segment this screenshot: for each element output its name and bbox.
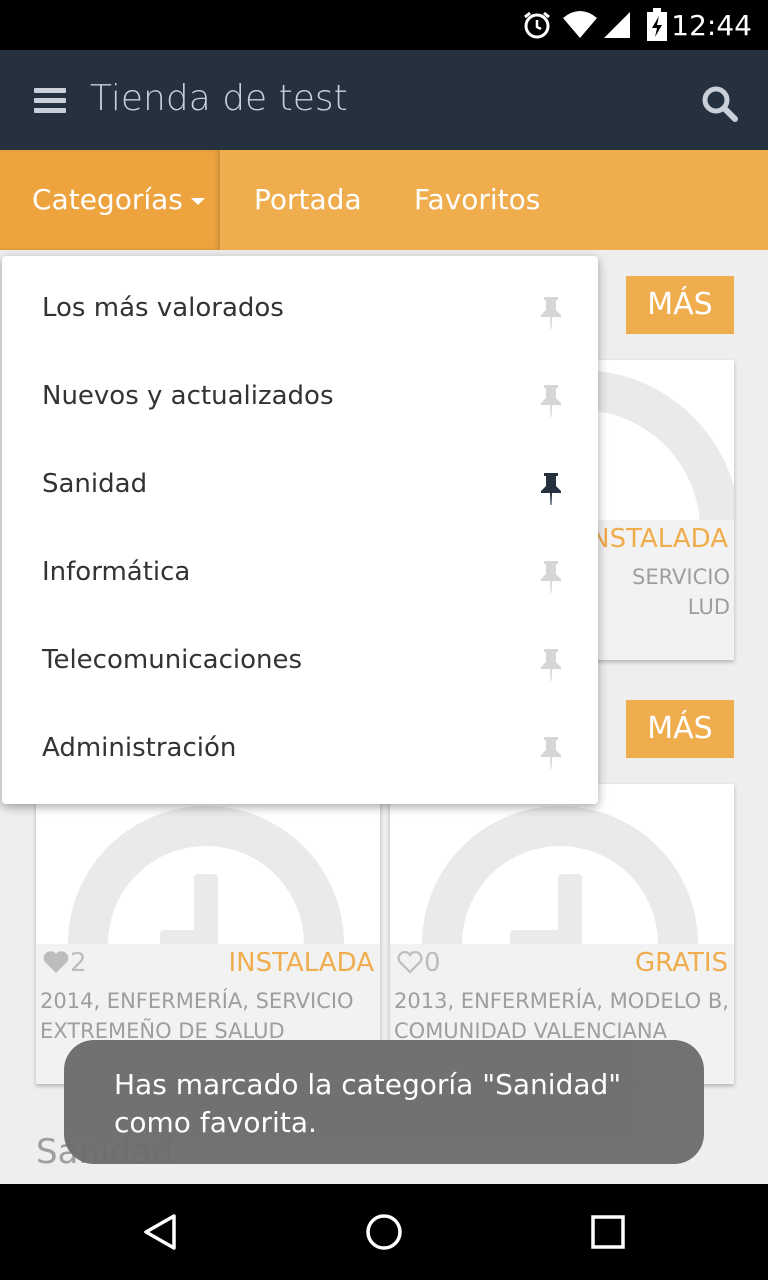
- status-bar: 12:44: [0, 0, 768, 50]
- app-card[interactable]: 0 GRATIS 2013, ENFERMERÍA, MODELO B, COM…: [390, 784, 734, 1084]
- heart-filled-icon: [43, 951, 69, 973]
- tab-portada[interactable]: Portada: [254, 150, 362, 250]
- app-card-image: [390, 784, 734, 944]
- category-item-nuevos-y-actualizados[interactable]: Nuevos y actualizados: [2, 344, 598, 432]
- tab-favoritos[interactable]: Favoritos: [414, 150, 540, 250]
- pin-active-icon[interactable]: [538, 472, 564, 506]
- category-item-los-mas-valorados[interactable]: Los más valorados: [2, 256, 598, 344]
- category-item-informatica[interactable]: Informática: [2, 520, 598, 608]
- system-nav-bar: [0, 1184, 768, 1280]
- pin-icon[interactable]: [538, 736, 564, 770]
- tab-categorias[interactable]: Categorías: [0, 150, 220, 250]
- tab-categorias-label: Categorías: [32, 183, 183, 216]
- app-title: Tienda de test: [90, 78, 348, 119]
- app-bar: Tienda de test: [0, 50, 768, 150]
- app-description: 2014, ENFERMERÍA, SERVICIO EXTREMEÑO DE …: [40, 989, 354, 1043]
- app-card-image: [36, 784, 380, 944]
- install-status: INSTALADA: [582, 524, 729, 554]
- more-button[interactable]: MÁS: [626, 276, 734, 334]
- clock: 12:44: [671, 9, 752, 42]
- battery-charging-icon: [647, 8, 667, 41]
- recents-icon[interactable]: [590, 1214, 626, 1250]
- category-item-telecomunicaciones[interactable]: Telecomunicaciones: [2, 608, 598, 696]
- caret-down-icon: [190, 197, 205, 205]
- install-status: INSTALADA: [228, 948, 375, 978]
- category-item-sanidad[interactable]: Sanidad: [2, 432, 598, 520]
- home-icon[interactable]: [364, 1212, 404, 1252]
- signal-icon: [604, 12, 630, 38]
- likes-count: 0: [396, 948, 441, 978]
- category-label: Administración: [42, 733, 237, 763]
- category-item-administracion[interactable]: Administración: [2, 696, 598, 784]
- toast-message: Has marcado la categoría "Sanidad" como …: [114, 1068, 622, 1139]
- toast-notification: Has marcado la categoría "Sanidad" como …: [64, 1040, 704, 1164]
- categories-dropdown: Los más valorados Nuevos y actualizados …: [2, 256, 598, 804]
- pin-icon[interactable]: [538, 296, 564, 330]
- install-status: GRATIS: [635, 948, 728, 978]
- alarm-icon: [524, 11, 550, 39]
- pin-icon[interactable]: [538, 384, 564, 418]
- app-description: 2013, ENFERMERÍA, MODELO B, COMUNIDAD VA…: [394, 989, 729, 1043]
- wifi-icon: [563, 11, 597, 38]
- pin-icon[interactable]: [538, 648, 564, 682]
- heart-outline-icon: [397, 950, 423, 974]
- pin-icon[interactable]: [538, 560, 564, 594]
- back-icon[interactable]: [140, 1212, 180, 1252]
- menu-icon[interactable]: [34, 88, 66, 114]
- likes-count: 2: [42, 948, 87, 978]
- app-card[interactable]: 2 INSTALADA 2014, ENFERMERÍA, SERVICIO E…: [36, 784, 380, 1084]
- tab-bar: Categorías Portada Favoritos: [0, 150, 768, 250]
- search-icon[interactable]: [700, 84, 740, 124]
- more-button[interactable]: MÁS: [626, 700, 734, 758]
